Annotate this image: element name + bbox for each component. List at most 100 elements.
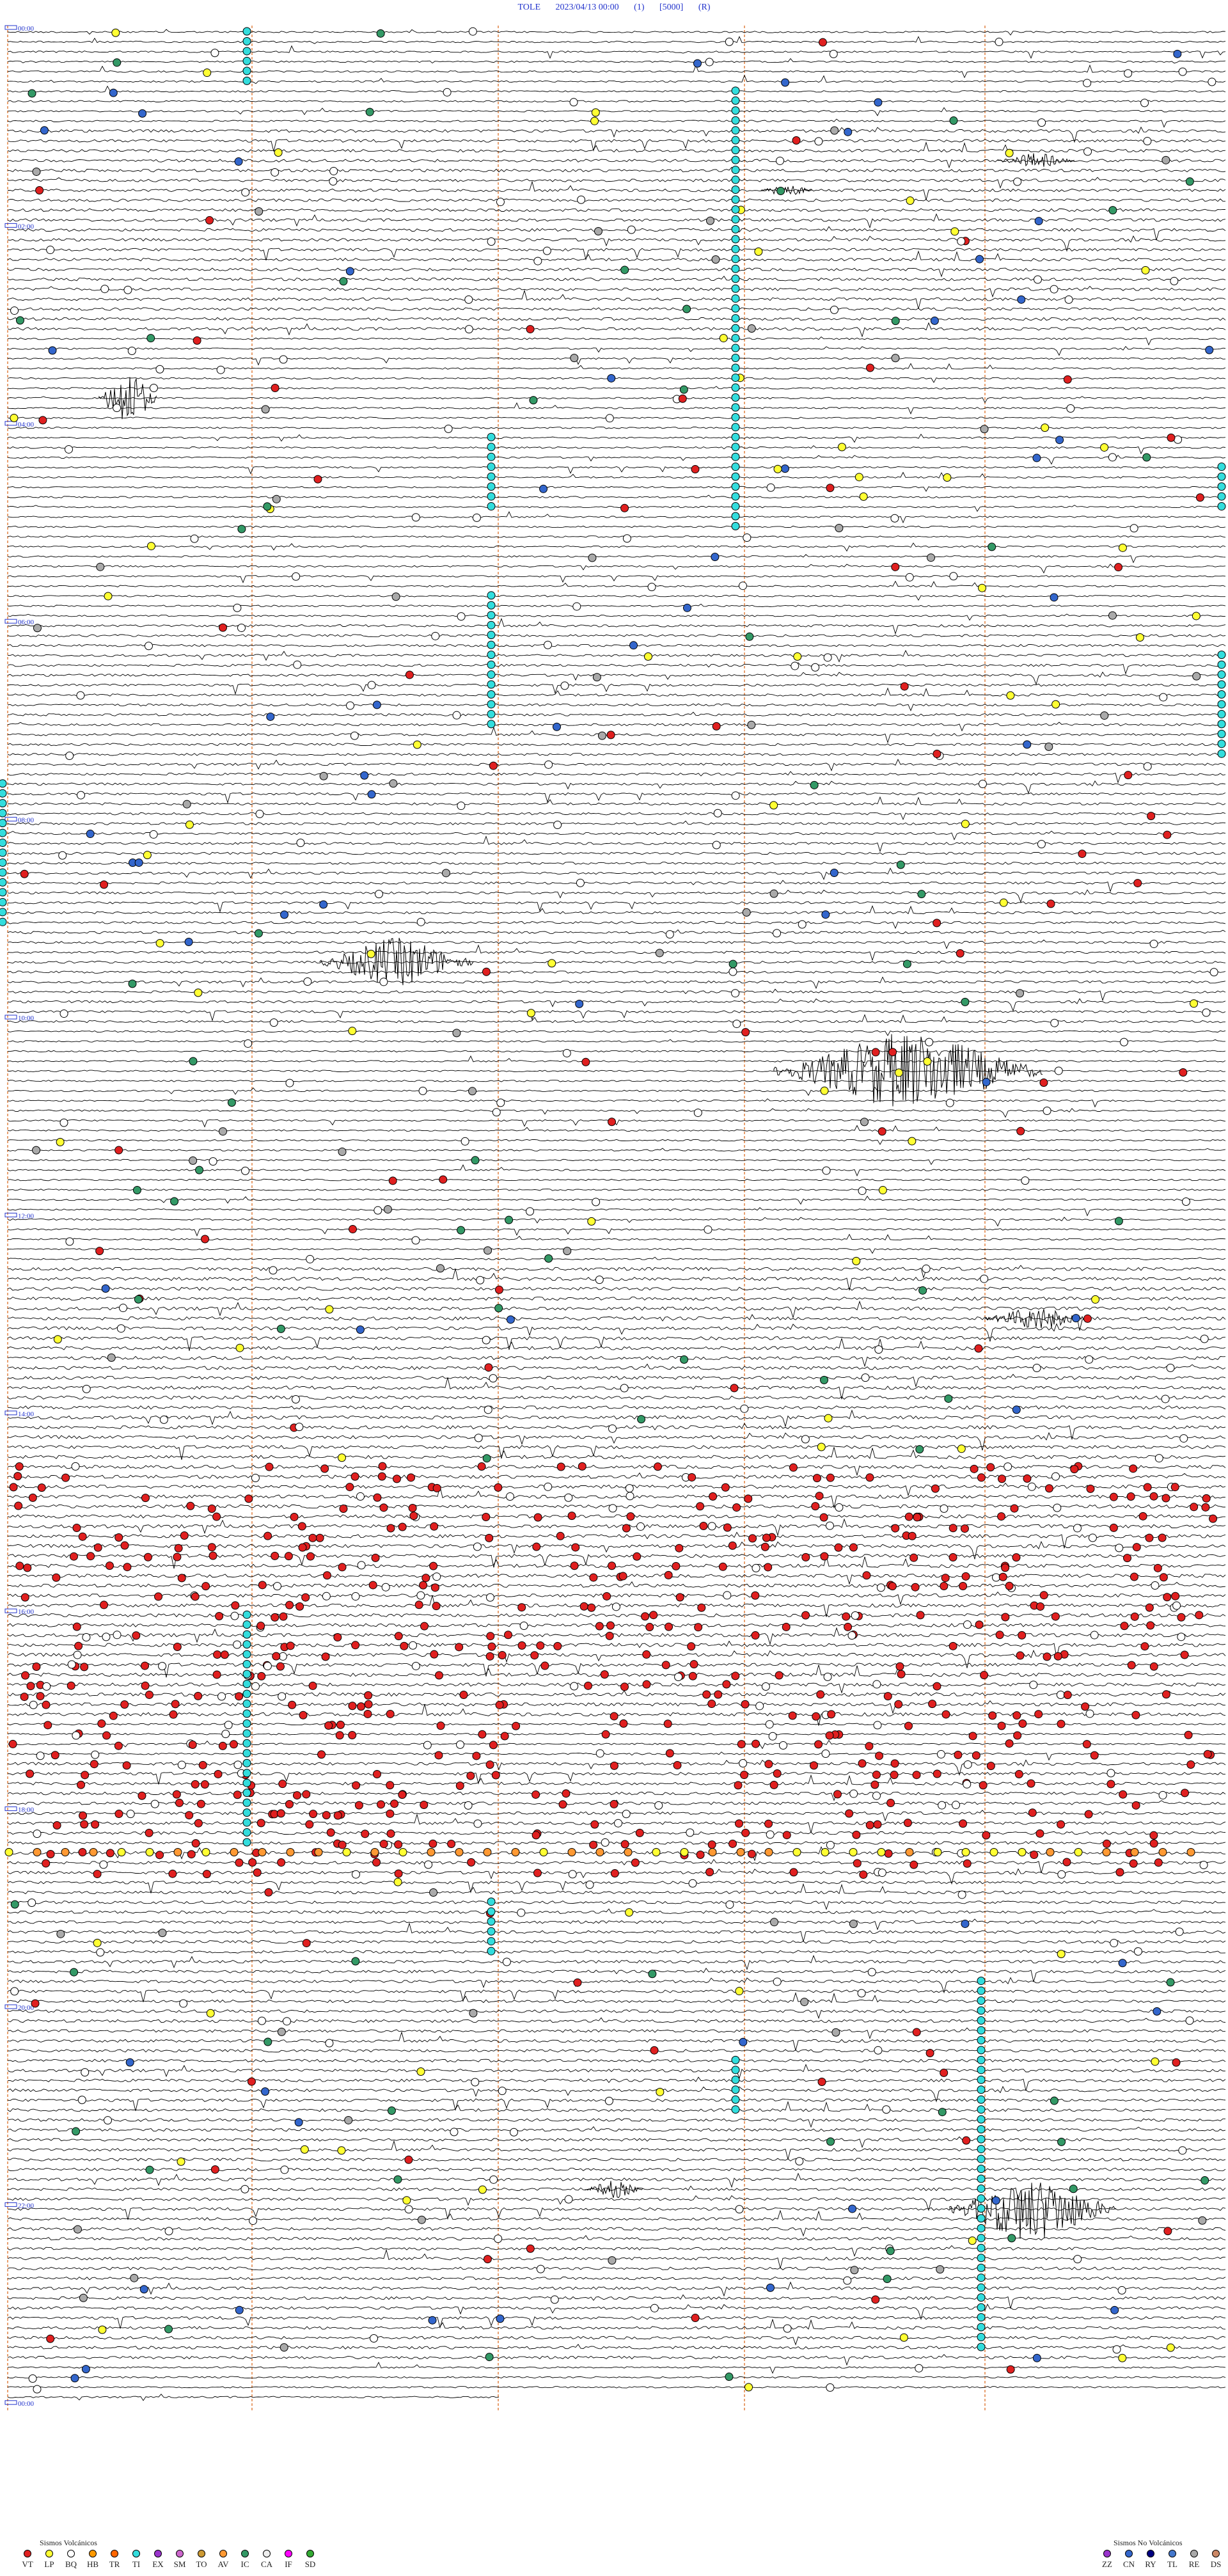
event-marker	[23, 1563, 32, 1572]
trace-row	[7, 830, 1226, 841]
event-marker	[764, 1760, 773, 1769]
event-marker	[766, 2283, 775, 2292]
event-marker	[859, 1870, 868, 1879]
event-marker	[576, 878, 585, 887]
event-marker	[809, 1761, 818, 1770]
event-marker	[32, 1662, 41, 1671]
event-marker	[512, 1721, 521, 1730]
event-marker	[571, 1543, 580, 1552]
event-marker	[959, 1582, 968, 1591]
event-marker	[526, 325, 535, 334]
event-marker	[1203, 1750, 1212, 1758]
legend-nonvolcanic: ZZ CN RY TL RE DS	[1096, 2550, 1227, 2570]
event-marker-ti	[242, 1808, 251, 1817]
event-marker-ti	[0, 809, 7, 818]
event-marker	[389, 779, 398, 788]
legend-volcanic-dot-hb	[89, 2550, 97, 2557]
event-marker	[237, 623, 246, 632]
trace-row	[7, 2281, 1226, 2297]
event-marker	[1149, 940, 1158, 949]
trace-row	[7, 603, 1226, 608]
event-marker-ti	[977, 2075, 986, 2084]
event-marker	[858, 1187, 867, 1196]
trace-row	[8, 649, 1226, 663]
event-marker	[1166, 1363, 1175, 1372]
trace-row	[7, 1196, 1226, 1205]
event-marker	[610, 1761, 618, 1770]
event-marker	[1055, 436, 1064, 445]
event-marker	[1166, 1978, 1175, 1987]
trace-row	[7, 2172, 1226, 2188]
event-marker-ti	[242, 56, 251, 65]
event-marker	[860, 1118, 869, 1126]
event-marker	[562, 1789, 571, 1798]
event-marker-ti	[487, 482, 496, 491]
event-marker	[943, 473, 952, 482]
event-marker-ti	[487, 443, 496, 452]
trace-row	[7, 471, 1226, 478]
trace-row	[7, 2303, 1226, 2321]
event-marker	[891, 1524, 900, 1533]
event-marker	[739, 2037, 748, 2046]
event-marker	[844, 1622, 853, 1631]
event-marker	[872, 1680, 881, 1689]
event-marker	[536, 1641, 545, 1650]
event-marker	[105, 1561, 114, 1570]
event-marker	[888, 1048, 897, 1057]
trace-row	[7, 1086, 1226, 1096]
event-marker	[1057, 2137, 1066, 2146]
trace-row	[7, 1300, 1226, 1319]
event-marker	[194, 988, 203, 997]
event-marker	[1063, 375, 1072, 384]
event-marker	[1057, 1870, 1066, 1879]
event-marker	[67, 1681, 75, 1690]
legend-nonvolcanic-dot-zz	[1103, 2550, 1111, 2557]
event-marker	[20, 1693, 29, 1702]
event-marker	[218, 623, 227, 632]
event-marker	[1006, 2365, 1015, 2374]
event-marker	[35, 186, 44, 195]
event-marker	[1050, 285, 1059, 294]
event-marker	[278, 1780, 287, 1789]
event-marker	[271, 1613, 279, 1622]
event-marker	[240, 2185, 249, 2193]
event-marker	[728, 967, 737, 976]
event-marker-ti	[731, 413, 740, 422]
trace-row	[7, 1682, 1226, 1694]
event-marker	[411, 1661, 420, 1670]
event-marker	[109, 1711, 118, 1720]
event-marker	[682, 603, 691, 612]
event-marker	[326, 1828, 335, 1837]
event-marker	[36, 1692, 45, 1701]
event-marker-ti	[487, 591, 496, 600]
event-marker	[544, 640, 553, 649]
event-marker	[933, 1682, 941, 1691]
legend-volcanic-label-to: TO	[196, 2559, 207, 2569]
event-marker	[622, 1810, 631, 1819]
trace-row	[7, 386, 1226, 390]
trace-row	[7, 752, 1226, 756]
legend-volcanic-lp: LP	[38, 2550, 60, 2570]
event-marker	[618, 1572, 627, 1581]
event-marker-ti	[731, 225, 740, 233]
event-marker	[680, 1355, 689, 1364]
event-marker	[367, 681, 376, 690]
event-marker	[144, 642, 153, 651]
event-marker	[276, 1324, 285, 1333]
event-marker	[1161, 1494, 1170, 1503]
event-marker	[1163, 830, 1172, 839]
event-marker	[741, 1700, 750, 1709]
event-marker	[173, 1553, 182, 1561]
event-marker	[1190, 999, 1199, 1008]
event-marker	[550, 2295, 559, 2304]
event-marker	[961, 1919, 970, 1928]
event-marker	[1106, 1769, 1115, 1778]
event-marker-ti	[242, 1670, 251, 1679]
event-marker	[155, 1851, 164, 1860]
event-marker	[857, 1989, 866, 1998]
event-marker	[187, 1850, 196, 1859]
trace-row	[7, 2167, 1226, 2172]
event-marker	[1032, 454, 1041, 462]
event-marker	[1088, 1533, 1097, 1542]
legend-nonvolcanic-label-ry: RY	[1145, 2559, 1156, 2569]
